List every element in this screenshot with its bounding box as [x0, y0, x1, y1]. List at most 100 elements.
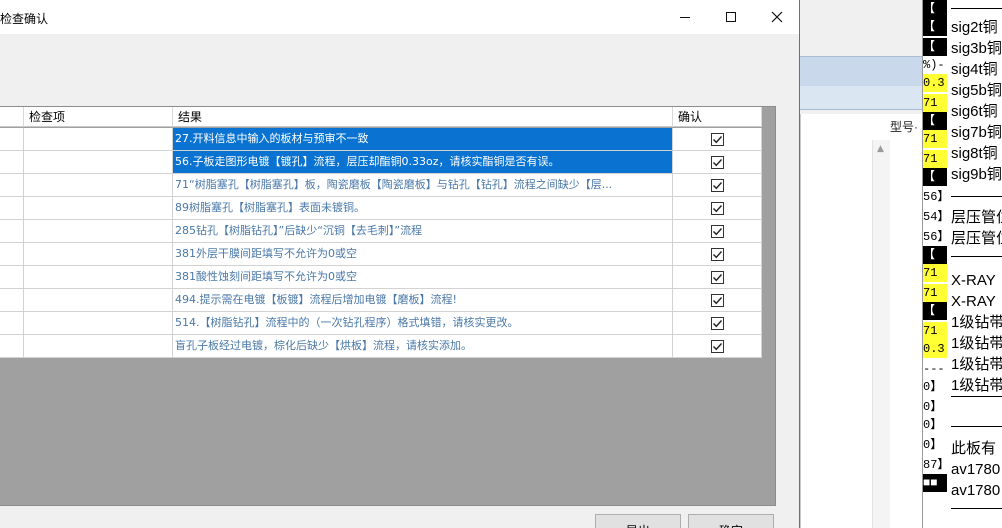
background-ribbon [800, 56, 922, 86]
background-text-line: sig7b铜 [951, 124, 1002, 141]
table-row[interactable]: 285钻孔【树脂钻孔】”后缺少“沉铜【去毛刺】”流程 [0, 220, 762, 243]
gutter-marker: 【 [923, 38, 947, 56]
check-item-cell[interactable] [24, 128, 173, 150]
row-header-cell[interactable] [0, 312, 24, 334]
gutter-marker: 56】 [923, 190, 947, 204]
table-row[interactable]: 514.【树脂钻孔】流程中的（一次钻孔程序）格式填错，请核实更改。 [0, 312, 762, 335]
check-item-cell[interactable] [24, 289, 173, 311]
row-header-cell[interactable] [0, 243, 24, 265]
confirm-cell[interactable] [673, 174, 762, 196]
confirm-checkbox[interactable] [710, 316, 724, 330]
background-separator [951, 508, 1002, 509]
row-header-cell[interactable] [0, 335, 24, 357]
gutter-marker: 【 [923, 112, 947, 130]
result-cell[interactable]: 285钻孔【树脂钻孔】”后缺少“沉铜【去毛刺】”流程 [173, 220, 673, 242]
background-text-line: sig2t铜 [951, 19, 998, 36]
close-button[interactable] [754, 0, 800, 34]
background-scrollbar[interactable]: ▲ [872, 140, 890, 528]
confirm-cell[interactable] [673, 312, 762, 334]
gutter-marker: 71 [923, 264, 947, 282]
export-button[interactable]: 导出 [595, 514, 681, 528]
column-header-check-item[interactable]: 检查项 [24, 107, 173, 127]
table-row[interactable]: 89树脂塞孔【树脂塞孔】表面未镀铜。 [0, 197, 762, 220]
table-row[interactable]: 27.开料信息中输入的板材与预审不一致 [0, 128, 762, 151]
confirm-cell[interactable] [673, 289, 762, 311]
background-text-line: sig4t铜 [951, 61, 998, 78]
result-cell[interactable]: 89树脂塞孔【树脂塞孔】表面未镀铜。 [173, 197, 673, 219]
check-item-cell[interactable] [24, 151, 173, 173]
row-header-cell[interactable] [0, 220, 24, 242]
column-header-result[interactable]: 结果 [173, 107, 673, 127]
confirm-checkbox[interactable] [710, 224, 724, 238]
background-gutter: 【【【%)- 0.3 71 【71 71 【56】 54】 56】【71 71 【71 0.3 ---… [923, 0, 949, 528]
check-item-cell[interactable] [24, 312, 173, 334]
screen: 型号· ▲ 【【【%)- 0.3 71 【71 71 【56】 54】 56】【71 71 【71… [0, 0, 1002, 528]
result-cell[interactable]: 56.子板走图形电镀【镀孔】流程，层压却酯铜0.33oz，请核实酯铜是否有误。 [173, 151, 673, 173]
background-text-line: sig9b铜 [951, 166, 1002, 183]
confirm-checkbox[interactable] [710, 293, 724, 307]
gutter-marker: 【 [923, 246, 947, 264]
row-header-cell[interactable] [0, 266, 24, 288]
row-header-cell[interactable] [0, 289, 24, 311]
confirm-cell[interactable] [673, 151, 762, 173]
confirm-cell[interactable] [673, 220, 762, 242]
result-cell[interactable]: 71“树脂塞孔【树脂塞孔】板，陶瓷磨板【陶瓷磨板】与钻孔【钻孔】流程之间缺少【层… [173, 174, 673, 196]
gutter-marker: %)- [923, 58, 945, 72]
confirm-checkbox[interactable] [710, 132, 724, 146]
result-cell[interactable]: 27.开料信息中输入的板材与预审不一致 [173, 128, 673, 150]
check-item-cell[interactable] [24, 243, 173, 265]
table-row[interactable]: 381外层干膜间距填写不允许为0或空 [0, 243, 762, 266]
result-cell[interactable]: 381酸性蚀刻间距填写不允许为0或空 [173, 266, 673, 288]
confirm-cell[interactable] [673, 128, 762, 150]
confirm-checkbox[interactable] [710, 155, 724, 169]
row-header-cell[interactable] [0, 128, 24, 150]
confirm-checkbox[interactable] [710, 339, 724, 353]
background-text-line: X-RAY [951, 293, 996, 310]
column-header-confirm[interactable]: 确认 [673, 107, 762, 127]
confirm-checkbox[interactable] [710, 201, 724, 215]
check-results-grid[interactable]: 检查项 结果 确认 27.开料信息中输入的板材与预审不一致 56.子板走图形电镀【… [0, 106, 776, 506]
gutter-marker: 0】 [923, 438, 943, 452]
confirm-checkbox[interactable] [710, 270, 724, 284]
check-item-cell[interactable] [24, 197, 173, 219]
confirm-cell[interactable] [673, 335, 762, 357]
check-item-cell[interactable] [24, 266, 173, 288]
result-cell[interactable]: 381外层干膜间距填写不允许为0或空 [173, 243, 673, 265]
result-cell[interactable]: 514.【树脂钻孔】流程中的（一次钻孔程序）格式填错，请核实更改。 [173, 312, 673, 334]
confirm-cell[interactable] [673, 197, 762, 219]
check-item-cell[interactable] [24, 335, 173, 357]
table-row[interactable]: 盲孔子板经过电镀，棕化后缺少【烘板】流程，请核实添加。 [0, 335, 762, 358]
gutter-marker: 87】 [923, 458, 947, 472]
background-toolbar [800, 86, 922, 110]
dialog-titlebar[interactable]: 检查确认 [0, 0, 799, 34]
row-header-cell[interactable] [0, 197, 24, 219]
row-header-cell[interactable] [0, 174, 24, 196]
background-column-header[interactable]: 型号· [890, 118, 922, 138]
row-header-cell[interactable] [0, 151, 24, 173]
table-row[interactable]: 71“树脂塞孔【树脂塞孔】板，陶瓷磨板【陶瓷磨板】与钻孔【钻孔】流程之间缺少【层… [0, 174, 762, 197]
check-item-cell[interactable] [24, 174, 173, 196]
confirm-cell[interactable] [673, 266, 762, 288]
background-text-panel: 【【【%)- 0.3 71 【71 71 【56】 54】 56】【71 71 【71 0.3 ---… [922, 0, 1002, 528]
confirm-cell[interactable] [673, 243, 762, 265]
result-cell[interactable]: 盲孔子板经过电镀，棕化后缺少【烘板】流程，请核实添加。 [173, 335, 673, 357]
background-separator [951, 396, 1002, 397]
minimize-button[interactable] [662, 0, 708, 34]
ok-button[interactable]: 确定 [688, 514, 774, 528]
minimize-icon [680, 16, 690, 18]
confirm-checkbox[interactable] [710, 247, 724, 261]
maximize-button[interactable] [708, 0, 754, 34]
confirm-checkbox[interactable] [710, 178, 724, 192]
background-text-line: 1级钻带 [951, 356, 1002, 373]
checkmark-icon [712, 158, 722, 166]
table-row[interactable]: 494.提示需在电镀【板镀】流程后增加电镀【磨板】流程! [0, 289, 762, 312]
scroll-up-icon[interactable]: ▲ [877, 144, 884, 154]
table-row[interactable]: 56.子板走图形电镀【镀孔】流程，层压却酯铜0.33oz，请核实酯铜是否有误。 [0, 151, 762, 174]
gutter-marker: 0】 [923, 418, 943, 432]
gutter-marker: 54】 [923, 210, 947, 224]
result-cell[interactable]: 494.提示需在电镀【板镀】流程后增加电镀【磨板】流程! [173, 289, 673, 311]
checkmark-icon [712, 319, 722, 327]
background-list-panel [800, 114, 922, 528]
check-item-cell[interactable] [24, 220, 173, 242]
table-row[interactable]: 381酸性蚀刻间距填写不允许为0或空 [0, 266, 762, 289]
